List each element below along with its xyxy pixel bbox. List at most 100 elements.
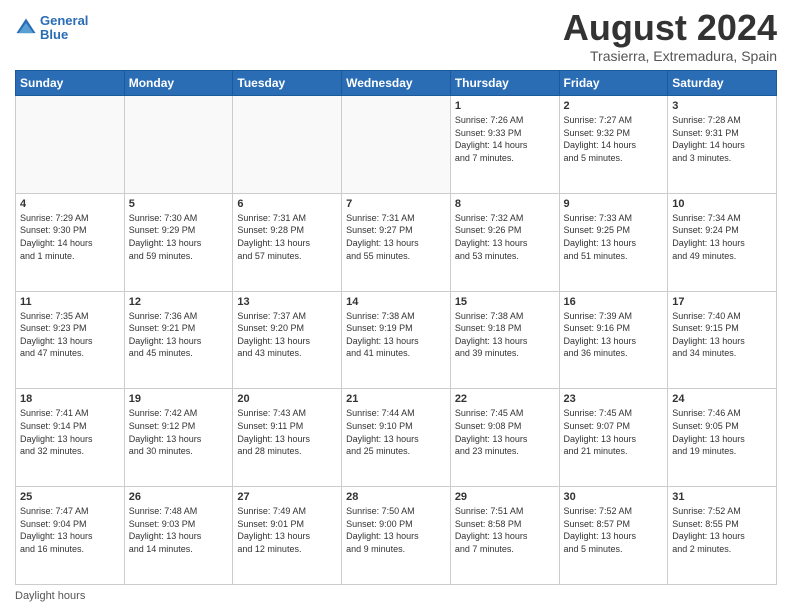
calendar-cell: 24 Sunrise: 7:46 AMSunset: 9:05 PMDayligh…: [668, 389, 777, 487]
day-number: 21: [346, 393, 446, 405]
day-number: 30: [564, 491, 664, 503]
day-info: Sunrise: 7:46 AMSunset: 9:05 PMDaylight:…: [672, 407, 772, 457]
day-number: 24: [672, 393, 772, 405]
calendar-cell: 11 Sunrise: 7:35 AMSunset: 9:23 PMDayligh…: [16, 291, 125, 389]
day-info: Sunrise: 7:50 AMSunset: 9:00 PMDaylight:…: [346, 505, 446, 555]
day-number: 6: [237, 198, 337, 210]
calendar-cell: 28 Sunrise: 7:50 AMSunset: 9:00 PMDayligh…: [342, 487, 451, 585]
calendar-week-5: 25 Sunrise: 7:47 AMSunset: 9:04 PMDayligh…: [16, 487, 777, 585]
calendar-cell: 16 Sunrise: 7:39 AMSunset: 9:16 PMDayligh…: [559, 291, 668, 389]
calendar-week-3: 11 Sunrise: 7:35 AMSunset: 9:23 PMDayligh…: [16, 291, 777, 389]
day-info: Sunrise: 7:34 AMSunset: 9:24 PMDaylight:…: [672, 212, 772, 262]
calendar-weekday-sunday: Sunday: [16, 71, 125, 96]
calendar-weekday-thursday: Thursday: [450, 71, 559, 96]
day-info: Sunrise: 7:52 AMSunset: 8:55 PMDaylight:…: [672, 505, 772, 555]
day-info: Sunrise: 7:37 AMSunset: 9:20 PMDaylight:…: [237, 310, 337, 360]
calendar-cell: 1 Sunrise: 7:26 AMSunset: 9:33 PMDaylight…: [450, 96, 559, 194]
calendar-cell: [124, 96, 233, 194]
day-info: Sunrise: 7:32 AMSunset: 9:26 PMDaylight:…: [455, 212, 555, 262]
day-number: 5: [129, 198, 229, 210]
logo: General Blue: [15, 14, 88, 43]
calendar-cell: 17 Sunrise: 7:40 AMSunset: 9:15 PMDayligh…: [668, 291, 777, 389]
footer: Daylight hours: [15, 590, 777, 602]
calendar-weekday-wednesday: Wednesday: [342, 71, 451, 96]
calendar-cell: 3Sunrise: 7:28 AMSunset: 9:31 PMDaylight…: [668, 96, 777, 194]
calendar-cell: 7 Sunrise: 7:31 AMSunset: 9:27 PMDaylight…: [342, 193, 451, 291]
calendar-cell: 10Sunrise: 7:34 AMSunset: 9:24 PMDayligh…: [668, 193, 777, 291]
logo-blue: Blue: [40, 27, 68, 42]
calendar-weekday-friday: Friday: [559, 71, 668, 96]
day-number: 18: [20, 393, 120, 405]
calendar-table: SundayMondayTuesdayWednesdayThursdayFrid…: [15, 70, 777, 585]
calendar-cell: 13Sunrise: 7:37 AMSunset: 9:20 PMDayligh…: [233, 291, 342, 389]
calendar-cell: 18 Sunrise: 7:41 AMSunset: 9:14 PMDayligh…: [16, 389, 125, 487]
day-info: Sunrise: 7:38 AMSunset: 9:18 PMDaylight:…: [455, 310, 555, 360]
calendar-cell: [16, 96, 125, 194]
day-info: Sunrise: 7:42 AMSunset: 9:12 PMDaylight:…: [129, 407, 229, 457]
logo-text: General Blue: [40, 14, 88, 43]
title-block: August 2024 Trasierra, Extremadura, Spai…: [563, 10, 777, 64]
calendar-cell: 4Sunrise: 7:29 AMSunset: 9:30 PMDaylight…: [16, 193, 125, 291]
calendar-cell: 20 Sunrise: 7:43 AMSunset: 9:11 PMDayligh…: [233, 389, 342, 487]
day-info: Sunrise: 7:35 AMSunset: 9:23 PMDaylight:…: [20, 310, 120, 360]
calendar-cell: 25 Sunrise: 7:47 AMSunset: 9:04 PMDayligh…: [16, 487, 125, 585]
day-info: Sunrise: 7:52 AMSunset: 8:57 PMDaylight:…: [564, 505, 664, 555]
calendar-cell: 26 Sunrise: 7:48 AMSunset: 9:03 PMDayligh…: [124, 487, 233, 585]
calendar-week-2: 4Sunrise: 7:29 AMSunset: 9:30 PMDaylight…: [16, 193, 777, 291]
day-info: Sunrise: 7:39 AMSunset: 9:16 PMDaylight:…: [564, 310, 664, 360]
day-info: Sunrise: 7:40 AMSunset: 9:15 PMDaylight:…: [672, 310, 772, 360]
day-info: Sunrise: 7:36 AMSunset: 9:21 PMDaylight:…: [129, 310, 229, 360]
day-info: Sunrise: 7:45 AMSunset: 9:07 PMDaylight:…: [564, 407, 664, 457]
day-number: 29: [455, 491, 555, 503]
calendar-cell: 23 Sunrise: 7:45 AMSunset: 9:07 PMDayligh…: [559, 389, 668, 487]
day-info: Sunrise: 7:27 AMSunset: 9:32 PMDaylight:…: [564, 114, 664, 164]
day-info: Sunrise: 7:43 AMSunset: 9:11 PMDaylight:…: [237, 407, 337, 457]
day-info: Sunrise: 7:51 AMSunset: 8:58 PMDaylight:…: [455, 505, 555, 555]
day-info: Sunrise: 7:28 AMSunset: 9:31 PMDaylight:…: [672, 114, 772, 164]
page: General Blue August 2024 Trasierra, Extr…: [0, 0, 792, 612]
day-number: 17: [672, 296, 772, 308]
header: General Blue August 2024 Trasierra, Extr…: [15, 10, 777, 64]
calendar-week-1: 1 Sunrise: 7:26 AMSunset: 9:33 PMDaylight…: [16, 96, 777, 194]
day-number: 27: [237, 491, 337, 503]
day-number: 23: [564, 393, 664, 405]
calendar-cell: 29 Sunrise: 7:51 AMSunset: 8:58 PMDayligh…: [450, 487, 559, 585]
calendar-weekday-monday: Monday: [124, 71, 233, 96]
day-number: 2: [564, 100, 664, 112]
calendar-cell: 31Sunrise: 7:52 AMSunset: 8:55 PMDayligh…: [668, 487, 777, 585]
calendar-cell: 15 Sunrise: 7:38 AMSunset: 9:18 PMDayligh…: [450, 291, 559, 389]
calendar-cell: 8Sunrise: 7:32 AMSunset: 9:26 PMDaylight…: [450, 193, 559, 291]
day-info: Sunrise: 7:26 AMSunset: 9:33 PMDaylight:…: [455, 114, 555, 164]
day-number: 7: [346, 198, 446, 210]
calendar-cell: [233, 96, 342, 194]
day-info: Sunrise: 7:44 AMSunset: 9:10 PMDaylight:…: [346, 407, 446, 457]
day-info: Sunrise: 7:47 AMSunset: 9:04 PMDaylight:…: [20, 505, 120, 555]
day-number: 28: [346, 491, 446, 503]
day-info: Sunrise: 7:33 AMSunset: 9:25 PMDaylight:…: [564, 212, 664, 262]
day-info: Sunrise: 7:41 AMSunset: 9:14 PMDaylight:…: [20, 407, 120, 457]
day-number: 14: [346, 296, 446, 308]
day-info: Sunrise: 7:38 AMSunset: 9:19 PMDaylight:…: [346, 310, 446, 360]
day-number: 19: [129, 393, 229, 405]
day-number: 1: [455, 100, 555, 112]
day-number: 25: [20, 491, 120, 503]
calendar-cell: 27 Sunrise: 7:49 AMSunset: 9:01 PMDayligh…: [233, 487, 342, 585]
day-number: 9: [564, 198, 664, 210]
day-info: Sunrise: 7:48 AMSunset: 9:03 PMDaylight:…: [129, 505, 229, 555]
calendar-cell: 5 Sunrise: 7:30 AMSunset: 9:29 PMDaylight…: [124, 193, 233, 291]
day-number: 15: [455, 296, 555, 308]
day-info: Sunrise: 7:31 AMSunset: 9:27 PMDaylight:…: [346, 212, 446, 262]
day-info: Sunrise: 7:49 AMSunset: 9:01 PMDaylight:…: [237, 505, 337, 555]
calendar-cell: 14 Sunrise: 7:38 AMSunset: 9:19 PMDayligh…: [342, 291, 451, 389]
day-info: Sunrise: 7:30 AMSunset: 9:29 PMDaylight:…: [129, 212, 229, 262]
calendar-cell: 22Sunrise: 7:45 AMSunset: 9:08 PMDayligh…: [450, 389, 559, 487]
calendar-cell: 19 Sunrise: 7:42 AMSunset: 9:12 PMDayligh…: [124, 389, 233, 487]
day-info: Sunrise: 7:29 AMSunset: 9:30 PMDaylight:…: [20, 212, 120, 262]
day-number: 16: [564, 296, 664, 308]
day-number: 11: [20, 296, 120, 308]
calendar-week-4: 18 Sunrise: 7:41 AMSunset: 9:14 PMDayligh…: [16, 389, 777, 487]
month-year: August 2024: [563, 10, 777, 46]
calendar-cell: 30 Sunrise: 7:52 AMSunset: 8:57 PMDayligh…: [559, 487, 668, 585]
day-number: 20: [237, 393, 337, 405]
day-number: 26: [129, 491, 229, 503]
